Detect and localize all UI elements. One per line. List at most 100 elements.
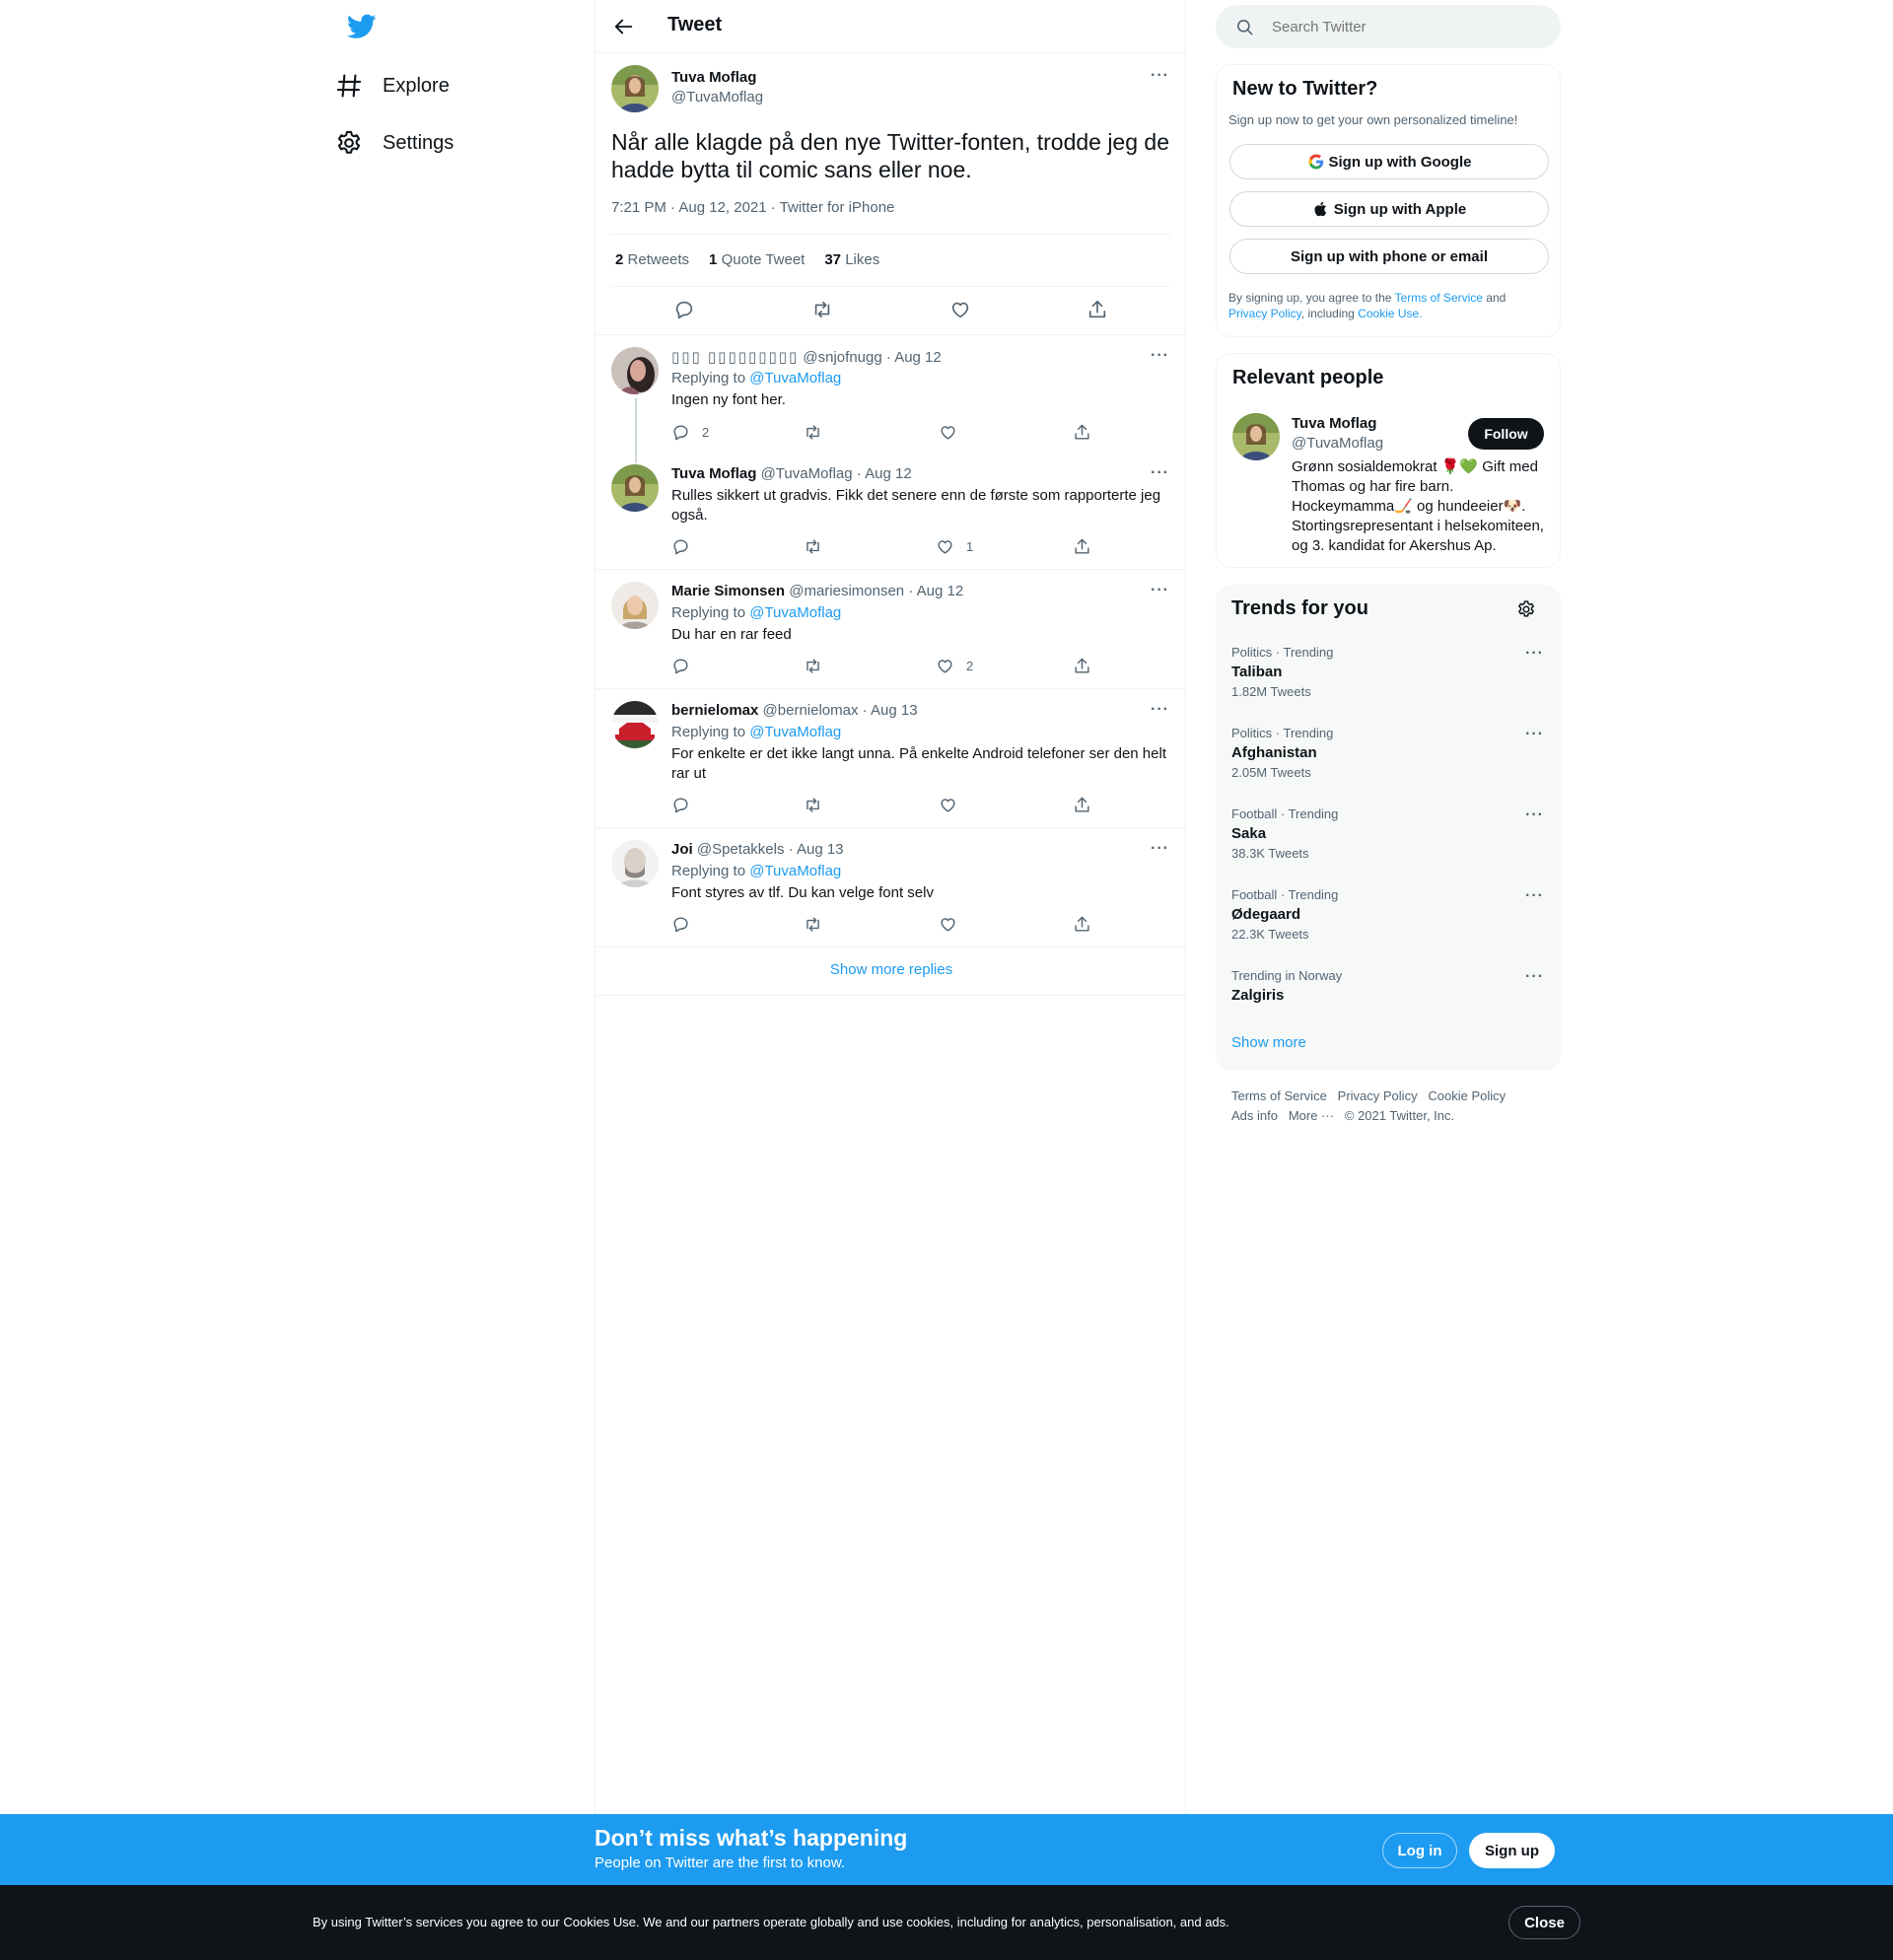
cookie-use-link[interactable]: Cookie Use. (1358, 307, 1422, 320)
follow-button[interactable]: Follow (1468, 418, 1544, 450)
tweet-meta[interactable]: 7:21 PM · Aug 12, 2021 · Twitter for iPh… (611, 199, 894, 216)
reply-date[interactable]: · Aug 13 (863, 702, 918, 719)
reply-date[interactable]: · Aug 12 (908, 583, 963, 599)
reply-author-handle[interactable]: @snjofnugg (803, 349, 881, 366)
more-icon[interactable]: ··· (1525, 645, 1544, 663)
more-icon[interactable]: ··· (1151, 840, 1169, 858)
more-icon[interactable]: ··· (1525, 806, 1544, 824)
signup-apple-button[interactable]: Sign up with Apple (1229, 191, 1549, 227)
more-icon[interactable]: ··· (1151, 582, 1169, 599)
share-button[interactable] (1073, 657, 1091, 675)
footer-ads-link[interactable]: Ads info (1231, 1108, 1278, 1123)
avatar[interactable] (611, 582, 659, 629)
retweets-stat[interactable]: 2 Retweets (615, 251, 689, 268)
terms-link[interactable]: Terms of Service (1395, 291, 1483, 305)
more-icon[interactable]: ··· (1151, 701, 1169, 719)
retweet-button[interactable] (811, 299, 833, 320)
trend-item[interactable]: Trending in Norway Zalgiris ··· (1231, 968, 1545, 1004)
mention-link[interactable]: @TuvaMoflag (749, 863, 841, 879)
reply-button[interactable]: 2 (671, 423, 709, 442)
search-box[interactable] (1216, 5, 1561, 48)
twitter-logo-icon[interactable] (347, 14, 377, 39)
reply-button[interactable] (673, 299, 695, 320)
retweet-button[interactable] (804, 537, 822, 556)
retweet-button[interactable] (804, 915, 822, 934)
reply-author-name[interactable]: Joi (671, 841, 693, 858)
login-button[interactable]: Log in (1382, 1833, 1457, 1868)
avatar[interactable] (611, 701, 659, 748)
mention-link[interactable]: @TuvaMoflag (749, 724, 841, 740)
more-icon[interactable]: ··· (1525, 887, 1544, 905)
like-button[interactable] (939, 796, 957, 814)
reply-button[interactable] (671, 796, 690, 814)
reply-author-name[interactable]: bernielomax (671, 702, 758, 719)
like-button[interactable]: 2 (936, 657, 973, 675)
share-button[interactable] (1073, 796, 1091, 814)
more-icon[interactable]: ··· (1525, 726, 1544, 743)
share-button[interactable] (1087, 299, 1108, 320)
reply-author-handle[interactable]: @TuvaMoflag (761, 465, 853, 482)
nav-settings[interactable]: Settings (335, 114, 454, 172)
gear-icon[interactable] (1516, 599, 1536, 619)
retweet-button[interactable] (804, 796, 822, 814)
show-more-replies-link[interactable]: Show more replies (596, 961, 1187, 978)
reply-author-name[interactable]: Tuva Moflag (671, 465, 756, 482)
show-more-trends-link[interactable]: Show more (1231, 1034, 1306, 1051)
like-button[interactable]: 1 (936, 537, 973, 556)
avatar[interactable] (611, 65, 659, 112)
footer-cookie-link[interactable]: Cookie Policy (1428, 1088, 1506, 1103)
mention-link[interactable]: @TuvaMoflag (749, 370, 841, 386)
reply-author-handle[interactable]: @mariesimonsen (789, 583, 904, 599)
reply-author-name[interactable]: Marie Simonsen (671, 583, 785, 599)
search-input[interactable] (1272, 18, 1528, 35)
share-button[interactable] (1073, 537, 1091, 556)
reply-author-handle[interactable]: @Spetakkels (697, 841, 785, 858)
privacy-link[interactable]: Privacy Policy (1228, 307, 1301, 320)
retweet-button[interactable] (804, 657, 822, 675)
mention-link[interactable]: @TuvaMoflag (749, 604, 841, 621)
signup-google-button[interactable]: Sign up with Google (1229, 144, 1549, 179)
avatar[interactable] (1232, 413, 1280, 460)
avatar[interactable] (611, 347, 659, 394)
trend-item[interactable]: Football · Trending Ødegaard 22.3K Tweet… (1231, 887, 1545, 942)
more-icon[interactable]: ··· (1151, 347, 1169, 365)
tweet-author-name[interactable]: Tuva Moflag (671, 69, 756, 86)
more-icon[interactable]: ··· (1151, 67, 1169, 85)
footer-terms-link[interactable]: Terms of Service (1231, 1088, 1327, 1103)
signup-button[interactable]: Sign up (1469, 1833, 1555, 1868)
divider (611, 286, 1171, 287)
relevant-person-handle[interactable]: @TuvaMoflag (1292, 435, 1383, 452)
avatar[interactable] (611, 464, 659, 512)
likes-stat[interactable]: 37 Likes (824, 251, 879, 268)
signup-phone-button[interactable]: Sign up with phone or email (1229, 239, 1549, 274)
cookie-close-button[interactable]: Close (1508, 1906, 1580, 1939)
reply-author-name[interactable]: ▯▯▯ ▯▯▯▯▯▯▯▯▯ (671, 349, 799, 366)
more-icon[interactable]: ··· (1525, 968, 1544, 986)
like-button[interactable] (939, 915, 957, 934)
relevant-person-name[interactable]: Tuva Moflag (1292, 415, 1376, 432)
reply-date[interactable]: · Aug 12 (886, 349, 942, 366)
trend-item[interactable]: Politics · Trending Taliban 1.82M Tweets… (1231, 645, 1545, 699)
retweet-button[interactable] (804, 423, 822, 442)
page-title: Tweet (667, 14, 723, 35)
reply-author-handle[interactable]: @bernielomax (763, 702, 859, 719)
reply-button[interactable] (671, 537, 690, 556)
reply-date[interactable]: · Aug 12 (857, 465, 912, 482)
footer-privacy-link[interactable]: Privacy Policy (1338, 1088, 1418, 1103)
reply-button[interactable] (671, 915, 690, 934)
trend-item[interactable]: Football · Trending Saka 38.3K Tweets ··… (1231, 806, 1545, 861)
trend-item[interactable]: Politics · Trending Afghanistan 2.05M Tw… (1231, 726, 1545, 780)
nav-explore[interactable]: Explore (335, 57, 450, 114)
tweet-author-handle[interactable]: @TuvaMoflag (671, 89, 763, 105)
share-button[interactable] (1073, 423, 1091, 442)
like-button[interactable] (939, 423, 957, 442)
avatar[interactable] (611, 840, 659, 887)
like-button[interactable] (949, 299, 971, 320)
quotes-stat[interactable]: 1 Quote Tweet (709, 251, 805, 268)
share-button[interactable] (1073, 915, 1091, 934)
footer-more-link[interactable]: More ··· (1289, 1108, 1334, 1123)
back-button[interactable] (613, 16, 635, 37)
more-icon[interactable]: ··· (1151, 464, 1169, 482)
reply-button[interactable] (671, 657, 690, 675)
reply-date[interactable]: · Aug 13 (789, 841, 844, 858)
